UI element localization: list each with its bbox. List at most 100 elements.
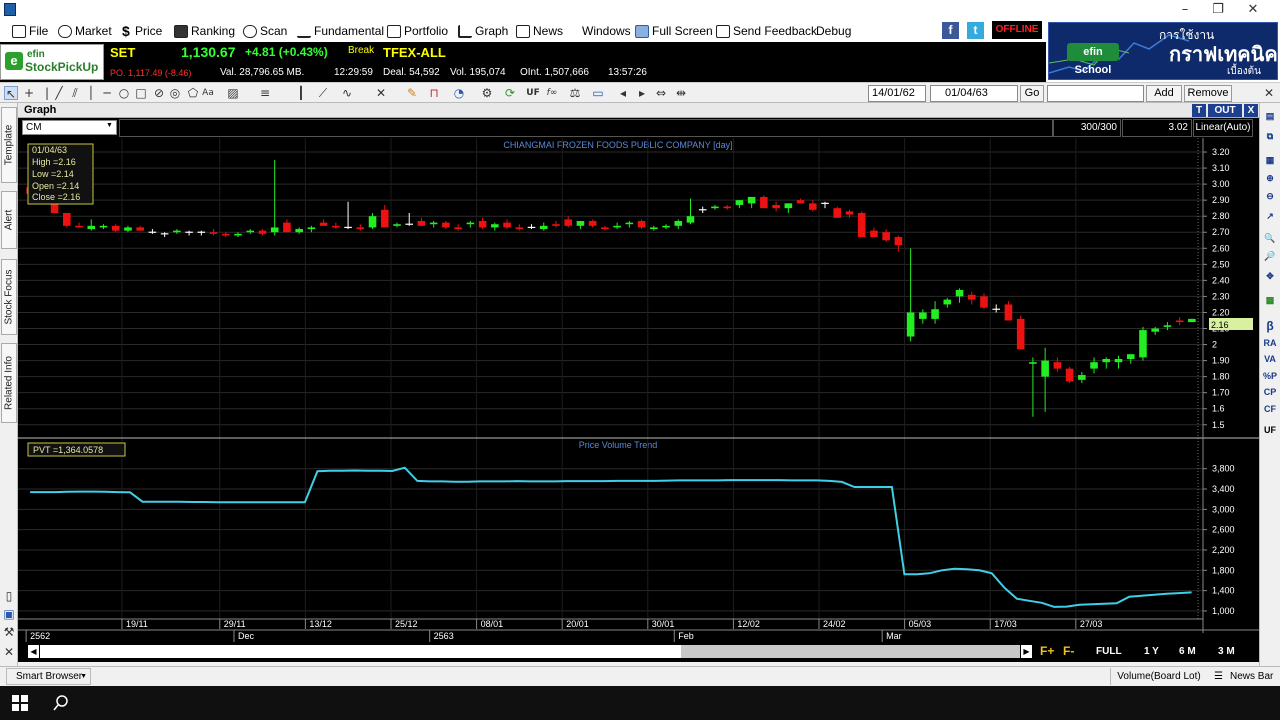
efin-stockpickup-logo[interactable]: e efin StockPickUp — [0, 44, 104, 80]
date-from-input[interactable]: 14/01/62 — [868, 85, 926, 102]
va-icon[interactable]: VA — [1262, 352, 1278, 366]
cursor-mode-icon[interactable]: ↗ — [1262, 209, 1278, 223]
twitter-icon[interactable]: t — [967, 22, 984, 39]
restore-button[interactable]: ❐ — [1203, 2, 1233, 18]
expand-icon[interactable]: ⇔ — [654, 86, 668, 100]
zoom-out-icon[interactable]: 🔎 — [1262, 249, 1278, 263]
ra-icon[interactable]: RA — [1262, 336, 1278, 350]
wave-icon[interactable]: ∿ — [340, 86, 354, 100]
layout-icon[interactable]: ▤ — [1262, 109, 1278, 123]
remove-button[interactable]: Remove — [1184, 85, 1232, 102]
pattern-icon[interactable]: ▨ — [226, 86, 240, 100]
period-full-button[interactable]: FULL — [1096, 646, 1122, 657]
zoom-out-minus-icon[interactable]: ⊖ — [1262, 189, 1278, 203]
chart-type-icon[interactable]: ▩ — [1262, 293, 1278, 307]
volume-unit[interactable]: Volume(Board Lot) — [1110, 668, 1207, 685]
rectangle-icon[interactable]: □ — [134, 86, 148, 100]
windows-start-icon[interactable] — [12, 695, 28, 711]
scroll-right-icon[interactable]: ▶ — [1021, 645, 1032, 658]
scroll-left-icon[interactable]: ◀ — [28, 645, 39, 658]
save-icon[interactable]: ▣ — [2, 607, 16, 621]
menu-full-screen[interactable]: Full Screen — [635, 23, 713, 40]
period-1y-button[interactable]: 1 Y — [1144, 646, 1159, 657]
graph-out-button[interactable]: OUT — [1208, 104, 1242, 117]
date-to-input[interactable]: 01/04/63 — [930, 85, 1018, 102]
text-icon[interactable]: Aa — [201, 86, 215, 100]
menu-portfolio[interactable]: Portfolio — [387, 23, 448, 40]
copy-icon[interactable]: ⧉ — [1262, 129, 1278, 143]
magnet-icon[interactable]: ⊓ — [427, 86, 441, 100]
menu-ranking[interactable]: Ranking — [174, 23, 235, 40]
menu-fundamental[interactable]: Fundamental — [297, 23, 384, 40]
period-3m-button[interactable]: 3 M — [1218, 646, 1235, 657]
menu-file[interactable]: File — [12, 23, 48, 40]
window-icon[interactable]: ▭ — [591, 86, 605, 100]
tools-icon[interactable]: ⚒ — [2, 625, 16, 639]
tab-stock-focus[interactable]: Stock Focus — [1, 259, 17, 335]
zoom-in-plus-icon[interactable]: ⊕ — [1262, 171, 1278, 185]
menu-windows[interactable]: Windows — [582, 23, 631, 40]
fill-icon[interactable]: ◎ — [168, 86, 182, 100]
fibonacci-icon[interactable]: ⊘ — [152, 86, 166, 100]
uf-side-icon[interactable]: UF — [1262, 423, 1278, 437]
symbol-input[interactable]: CM — [22, 120, 117, 135]
scale-mode[interactable]: Linear(Auto) — [1193, 119, 1253, 137]
facebook-icon[interactable]: f — [942, 22, 959, 39]
compress-icon[interactable]: ⇹ — [674, 86, 688, 100]
graph-close-button[interactable]: X — [1244, 104, 1258, 117]
tab-alert[interactable]: Alert — [1, 191, 17, 249]
arrow-right-icon[interactable]: ▸ — [635, 86, 649, 100]
cf-icon[interactable]: CF — [1262, 402, 1278, 416]
menu-debug[interactable]: Debug — [816, 23, 851, 40]
smart-browser-select[interactable]: Smart Browser ▼ — [6, 668, 91, 685]
search-icon[interactable] — [53, 695, 69, 711]
pan-icon[interactable]: ✥ — [1262, 269, 1278, 283]
percent-price-icon[interactable]: %P — [1262, 369, 1278, 383]
symbol-dropdown-icon[interactable]: ▼ — [106, 122, 113, 129]
go-button[interactable]: Go — [1020, 85, 1044, 102]
circle-icon[interactable]: ○ — [117, 86, 131, 100]
parallel-line-icon[interactable]: ⫽ — [68, 86, 82, 100]
uf-icon[interactable]: UF — [526, 86, 540, 100]
chart-list-icon[interactable]: ▦ — [1262, 153, 1278, 167]
tab-template[interactable]: Template — [1, 107, 17, 183]
menu-scan[interactable]: Scan — [243, 23, 287, 40]
price-chart-svg[interactable]: CHIANGMAI FROZEN FOODS PUBLIC COMPANY [d… — [18, 138, 1259, 642]
scale-icon[interactable]: ⚖ — [568, 86, 582, 100]
menu-send-feedback[interactable]: Send Feedback — [716, 23, 817, 40]
news-bar-button[interactable]: News Bar — [1230, 668, 1273, 685]
menu-price[interactable]: $ Price — [122, 23, 162, 40]
close-panel-icon[interactable]: ✕ — [2, 645, 16, 659]
trend-line-icon[interactable]: ╱ — [52, 86, 66, 100]
vertical-line-icon[interactable]: │ — [84, 86, 98, 100]
font-plus-button[interactable]: F+ — [1040, 644, 1054, 658]
chart-area[interactable]: CHIANGMAI FROZEN FOODS PUBLIC COMPANY [d… — [18, 138, 1259, 642]
pointer-icon[interactable]: ↖ — [4, 86, 18, 101]
function-icon[interactable]: f∞ — [545, 86, 559, 100]
line-tool-icon[interactable]: ⟋ — [316, 86, 330, 100]
pencil-icon[interactable]: ✎ — [405, 86, 419, 100]
delete-icon[interactable]: ✕ — [374, 86, 388, 100]
menu-graph[interactable]: Graph — [458, 23, 508, 40]
font-minus-button[interactable]: F- — [1063, 644, 1074, 658]
close-window-button[interactable]: ✕ — [1238, 2, 1268, 18]
settings-icon[interactable]: ⚙ — [480, 86, 494, 100]
shape-icon[interactable]: ⬠ — [186, 86, 200, 100]
graph-t-button[interactable]: T — [1192, 104, 1206, 117]
crosshair-icon[interactable]: + — [22, 86, 36, 100]
horizontal-line-icon[interactable]: ─ — [100, 86, 114, 100]
menu-market[interactable]: Market — [58, 23, 112, 40]
zoom-in-icon[interactable]: 🔍 — [1262, 231, 1278, 245]
cp-icon[interactable]: CP — [1262, 385, 1278, 399]
scroll-thumb[interactable] — [681, 645, 1020, 658]
indicator-select[interactable] — [1047, 85, 1144, 102]
menu-news[interactable]: News — [516, 23, 563, 40]
tab-related-info[interactable]: Related Info — [1, 343, 17, 423]
minimize-button[interactable]: – — [1170, 2, 1200, 18]
add-button[interactable]: Add — [1146, 85, 1182, 102]
arrow-left-icon[interactable]: ◂ — [616, 86, 630, 100]
refresh-icon[interactable]: ⟳ — [503, 86, 517, 100]
line-style-icon[interactable]: ≡ — [258, 86, 272, 100]
period-icon[interactable]: ◔ — [452, 86, 466, 100]
beta-icon[interactable]: β — [1262, 319, 1278, 333]
